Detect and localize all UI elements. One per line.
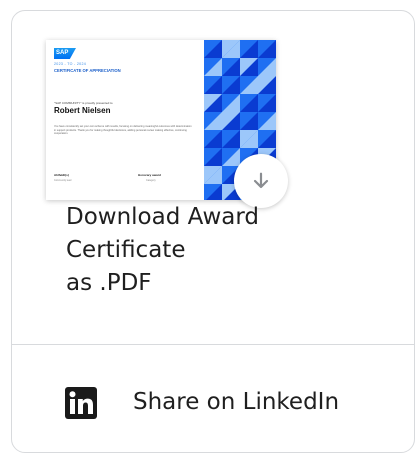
certificate-signature-left: Ahlfeldt(s) [54,173,69,177]
certificate-signature-right-sub: Category [146,179,156,182]
download-circle[interactable] [234,154,288,208]
certificate-presented-to: "SAP COMMUNITY" is proudly presented to [54,101,113,105]
certificate-year: 2023 - TO - 2024 [54,62,87,66]
certificate-signature-right: Honorary award [138,173,161,177]
certificate-recipient-name: Robert Nielsen [54,106,111,115]
share-linkedin-button[interactable]: Share on LinkedIn [12,345,414,452]
share-label: Share on LinkedIn [133,389,340,415]
certificate-description: You have consistently set your own schem… [54,125,192,136]
download-label-line: as .PDF [66,270,152,296]
award-card: SAP 2023 - TO - 2024 CERTIFICATE OF APPR… [11,10,415,453]
certificate-signature-left-sub: Community lead [54,179,72,182]
download-label: Download Award Certificate as .PDF [66,201,259,300]
sap-logo: SAP [54,48,76,59]
arrow-down-icon [253,172,269,189]
download-label-line: Download Award [66,204,259,230]
linkedin-icon [65,387,97,419]
download-certificate-button[interactable]: SAP 2023 - TO - 2024 CERTIFICATE OF APPR… [12,11,414,344]
download-label-line: Certificate [66,237,186,263]
certificate-title: CERTIFICATE OF APPRECIATION [54,68,121,73]
